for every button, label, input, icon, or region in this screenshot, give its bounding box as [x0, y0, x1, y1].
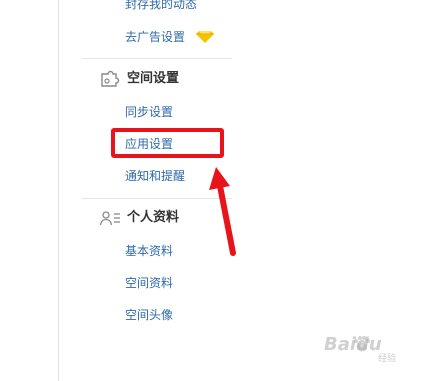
section-title-profile: 个人资料: [127, 210, 180, 225]
menu-item-basic-profile[interactable]: 基本资料: [125, 243, 173, 259]
puzzle-icon: [101, 70, 120, 87]
person-card-icon: [99, 211, 120, 226]
section-space-settings: 空间设置: [99, 70, 179, 88]
menu-item-ad-settings[interactable]: 去广告设置: [125, 29, 185, 45]
menu-item-sync-settings[interactable]: 同步设置: [125, 104, 173, 120]
section-divider: [82, 58, 232, 59]
annotation-highlight-box: [111, 128, 224, 158]
section-divider: [82, 198, 232, 199]
section-profile: 个人资料: [99, 209, 179, 227]
watermark-subtext: 经验: [378, 354, 397, 364]
diamond-icon: [196, 31, 214, 43]
watermark-text: Baidu: [324, 334, 382, 355]
menu-item-space-avatar[interactable]: 空间头像: [125, 307, 173, 323]
sidebar-divider: [58, 0, 59, 381]
section-title-space: 空间设置: [127, 71, 180, 86]
menu-item-space-profile[interactable]: 空间资料: [125, 275, 173, 291]
menu-item-notifications[interactable]: 通知和提醒: [125, 168, 185, 184]
menu-item-archive-activity[interactable]: 封存我的动态: [125, 0, 197, 12]
